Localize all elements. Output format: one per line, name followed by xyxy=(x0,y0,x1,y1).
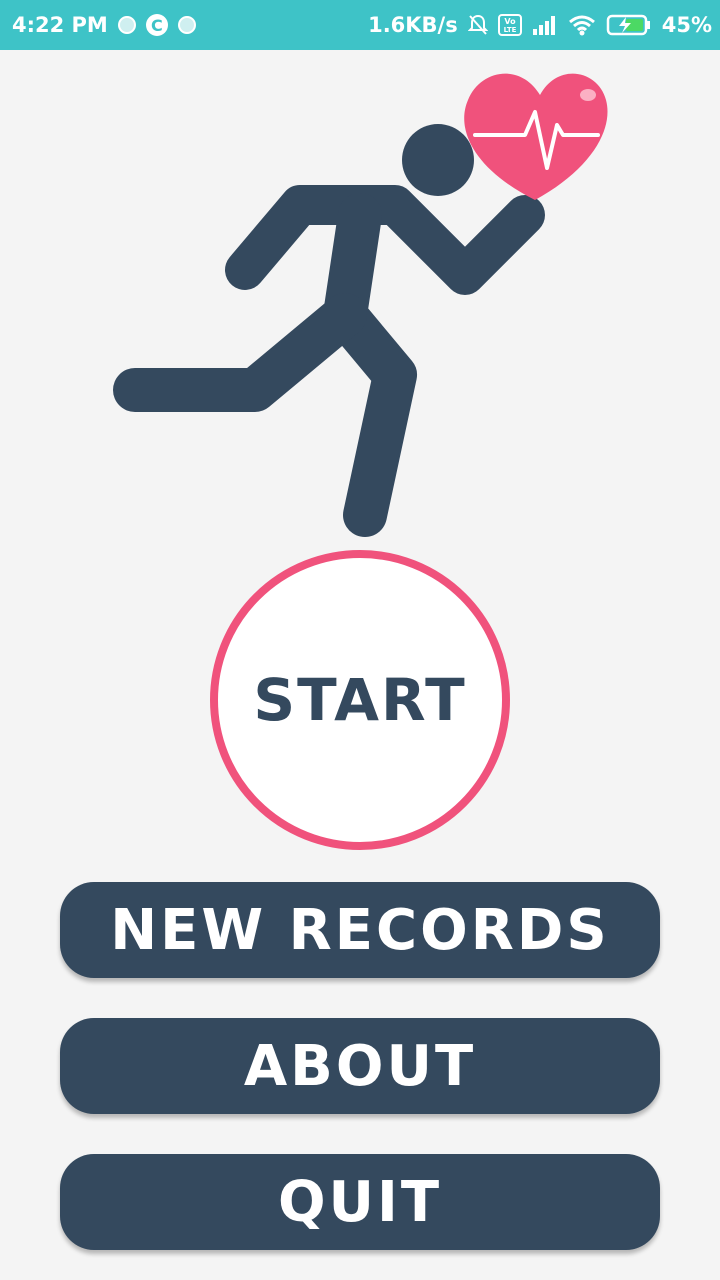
about-label: ABOUT xyxy=(243,1033,477,1099)
svg-text:Vo: Vo xyxy=(504,17,516,26)
running-man-icon xyxy=(113,124,545,537)
new-records-label: NEW RECORDS xyxy=(110,897,610,963)
status-bar-right: 1.6KB/s Vo LTE 45% xyxy=(368,13,712,37)
muted-bell-icon xyxy=(467,14,488,36)
battery-percent: 45% xyxy=(661,13,712,37)
new-records-button[interactable]: NEW RECORDS xyxy=(60,882,660,978)
heart-pulse-icon xyxy=(464,73,608,200)
notification-dot-icon xyxy=(177,16,196,34)
notification-dot-icon xyxy=(117,16,136,34)
status-time: 4:22 PM xyxy=(12,13,108,37)
c-app-icon: C xyxy=(145,14,168,36)
status-bar-left: 4:22 PM C xyxy=(12,13,196,37)
quit-label: QUIT xyxy=(277,1169,443,1235)
start-button[interactable]: START xyxy=(210,550,510,850)
about-button[interactable]: ABOUT xyxy=(60,1018,660,1114)
volte-icon: Vo LTE xyxy=(497,14,522,36)
status-bar: 4:22 PM C 1.6KB/s Vo LTE 45% xyxy=(0,0,720,50)
start-label: START xyxy=(253,666,467,734)
wifi-icon xyxy=(568,14,596,36)
network-speed: 1.6KB/s xyxy=(368,13,458,37)
battery-charging-icon xyxy=(606,14,652,36)
svg-text:LTE: LTE xyxy=(503,26,516,34)
quit-button[interactable]: QUIT xyxy=(60,1154,660,1250)
hero-illustration xyxy=(113,73,608,537)
signal-icon xyxy=(532,15,558,35)
